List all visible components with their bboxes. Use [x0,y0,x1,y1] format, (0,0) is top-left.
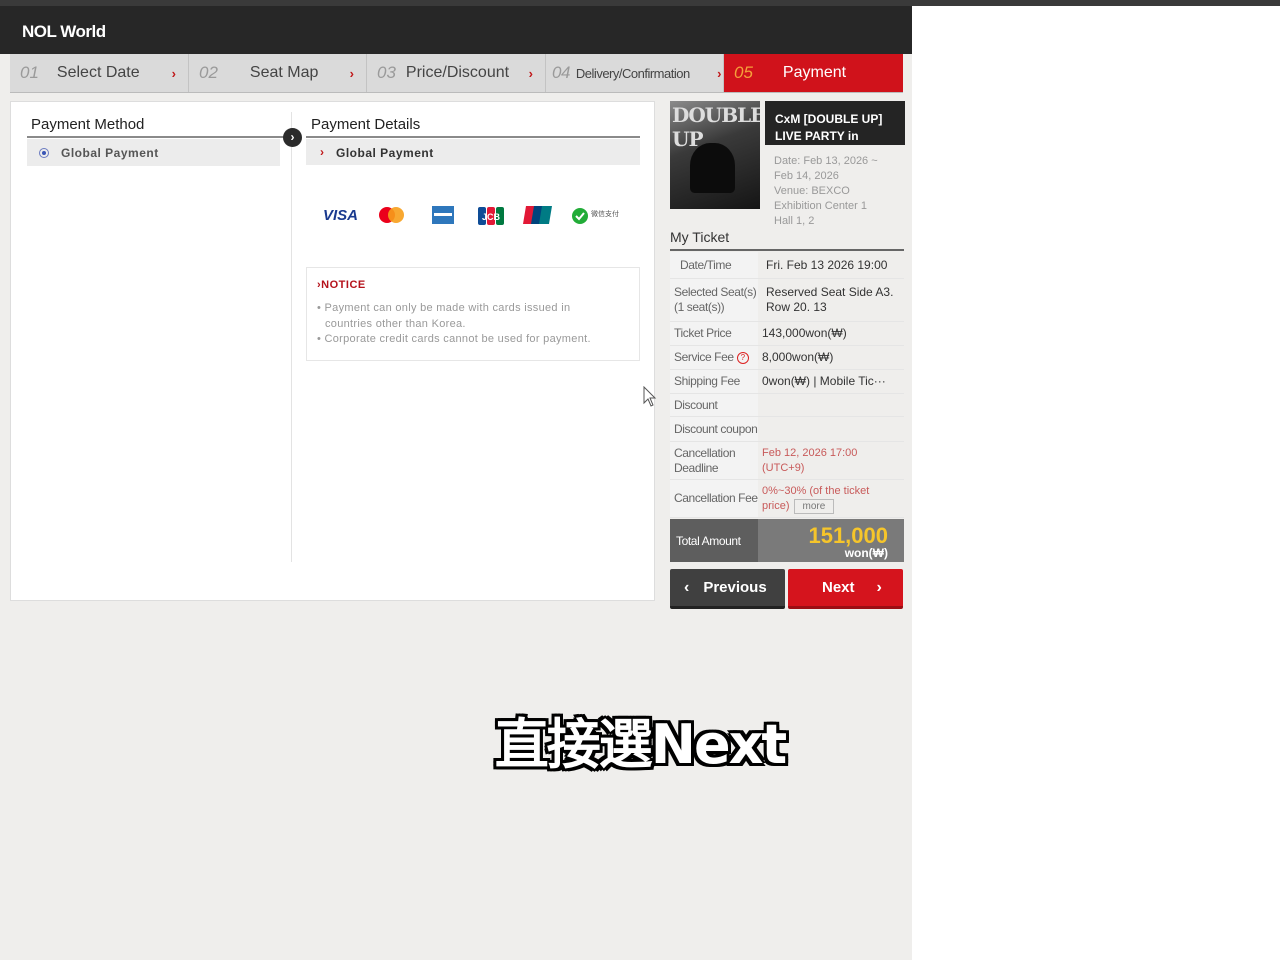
chevron-right-icon: › [320,145,325,159]
column-divider [291,112,292,562]
amex-icon [431,205,455,227]
global-payment-label: Global Payment [336,146,434,160]
step-number: 01 [20,63,39,82]
radio-selected-icon[interactable] [39,148,49,158]
notice-line: countries other than Korea. [325,318,466,330]
step-price-discount[interactable]: 03 Price/Discount › [367,54,546,92]
option-label: Global Payment [61,146,159,160]
next-button[interactable]: Next › [788,569,903,609]
step-payment[interactable]: 05 Payment [724,54,903,92]
jcb-icon: JCB [477,206,505,228]
divider [27,136,291,138]
step-number: 03 [377,63,396,82]
my-ticket-title: My Ticket [670,229,730,245]
mastercard-icon [377,205,407,227]
payment-details-title: Payment Details [311,116,421,133]
step-number: 04 [552,63,570,82]
step-label: Seat Map [249,64,319,81]
total-amount-bar: Total Amount 151,000 won(₩) [670,519,904,562]
event-info: Date: Feb 13, 2026 ~ Feb 14, 2026 Venue:… [774,155,878,227]
row-ticket-price: Ticket Price 143,000won(₩) [670,322,904,346]
step-label: Delivery/Confirmation [575,65,690,81]
arrow-right-circle-icon: › [283,128,302,147]
wechat-pay-label: 微信支付 [591,211,619,218]
more-button[interactable]: more [793,498,835,514]
row-cancellation-deadline: Cancellation Deadline Feb 12, 2026 17:00(… [670,442,904,480]
row-cancellation-fee: Cancellation Fee 0%~30% (of the ticket pr… [670,480,904,518]
step-number: 05 [734,63,753,82]
step-navigation: 01 Select Date › 02 Seat Map › 03 Price/… [10,54,903,93]
event-title: CxM [DOUBLE UP] LIVE PARTY in [765,101,905,145]
unionpay-icon [523,205,553,227]
row-discount-coupon: Discount coupon [670,417,904,442]
notice-line: • Payment can only be made with cards is… [317,302,571,314]
row-shipping-fee: Shipping Fee 0won(₩) | Mobile Tic··· [670,370,904,394]
step-select-date[interactable]: 01 Select Date › [10,54,189,92]
notice-box: ›NOTICE • Payment can only be made with … [306,267,640,361]
row-service-fee: Service Fee? 8,000won(₩) [670,346,904,370]
help-icon[interactable]: ? [736,351,749,364]
card-brand-logos: VISA JCB 微信支付 [321,205,631,231]
global-payment-header: › Global Payment [306,139,640,165]
step-label: Payment [782,64,847,81]
chevron-right-icon: › [171,65,176,81]
visa-icon: VISA [323,207,359,224]
chevron-right-icon: › [349,65,354,81]
nol-world-logo: NOL World [22,22,106,41]
total-label: Total Amount [670,519,758,562]
event-poster: DOUBLE UP [670,101,760,209]
divider [306,136,640,138]
step-seat-map[interactable]: 02 Seat Map › [189,54,367,92]
payment-method-title: Payment Method [31,116,145,133]
poster-figure [690,143,735,193]
row-selected-seats: Selected Seat(s) (1 seat(s)) Reserved Sea… [670,279,904,322]
step-label: Price/Discount [405,64,510,81]
notice-title: ›NOTICE [317,279,366,291]
total-unit: won(₩) [844,546,888,560]
booking-frame: NOL World 01 Select Date › 02 Seat Map ›… [0,6,912,960]
app-header: NOL World [0,6,912,54]
payment-content-panel: Payment Method Global Payment › Payment … [10,101,655,601]
row-discount: Discount [670,394,904,417]
step-number: 02 [199,63,218,82]
chevron-right-icon: › [528,65,533,81]
row-date-time: Date/Time Fri. Feb 13 2026 19:00 [670,252,904,279]
chevron-right-icon: › [717,65,721,81]
wechat-pay-icon: 微信支付 [571,207,619,229]
svg-text:JCB: JCB [482,212,501,222]
notice-line: • Corporate credit cards cannot be used … [317,333,591,345]
global-payment-option[interactable]: Global Payment [27,139,280,166]
mouse-cursor-icon [643,385,657,413]
step-delivery-confirmation[interactable]: 04 Delivery/Confirmation › [546,54,724,92]
video-caption: 直接選Next [494,713,787,776]
chevron-left-icon: ‹ [684,578,690,596]
previous-button[interactable]: ‹ Previous [670,569,785,609]
step-label: Select Date [56,64,140,81]
chevron-right-icon: › [876,578,882,596]
divider [670,249,904,251]
